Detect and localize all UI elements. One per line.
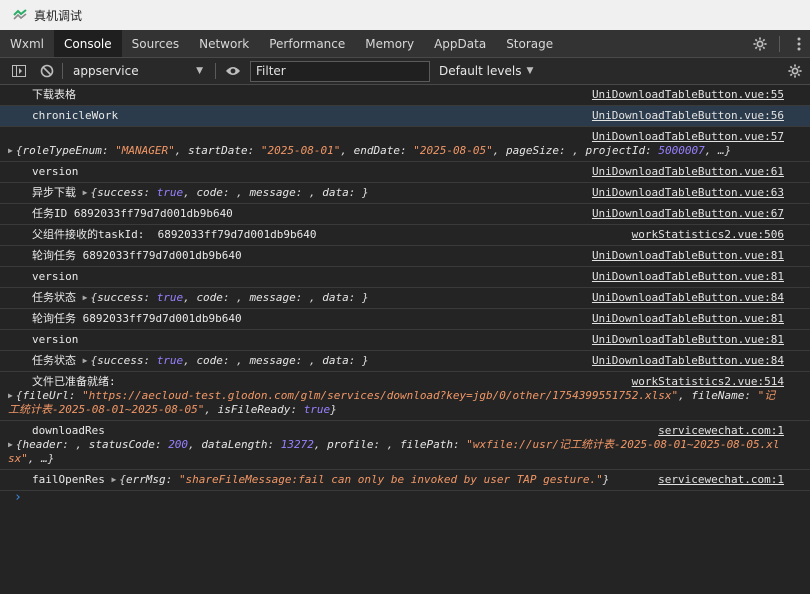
source-link[interactable]: UniDownloadTableButton.vue:55 bbox=[592, 88, 784, 102]
tab-wxml[interactable]: Wxml bbox=[0, 30, 54, 57]
settings-gear-icon[interactable] bbox=[749, 33, 771, 55]
toolbar-separator bbox=[62, 63, 63, 79]
console-row: 轮询任务 6892033ff79d7d001db9b640 UniDownloa… bbox=[0, 246, 810, 267]
expand-triangle-icon[interactable]: ▶ bbox=[83, 293, 88, 302]
source-link[interactable]: UniDownloadTableButton.vue:81 bbox=[592, 312, 784, 326]
sidebar-toggle-icon[interactable] bbox=[8, 60, 30, 82]
source-link[interactable]: workStatistics2.vue:506 bbox=[632, 228, 784, 242]
console-row: 任务状态 ▶ {success: true, code: , message: ,… bbox=[0, 351, 810, 372]
tabbar-right-actions bbox=[749, 30, 810, 58]
source-link[interactable]: UniDownloadTableButton.vue:81 bbox=[592, 333, 784, 347]
source-link[interactable]: UniDownloadTableButton.vue:81 bbox=[592, 249, 784, 263]
log-object-status[interactable]: ▶ {success: true, code: , message: , data… bbox=[83, 354, 369, 367]
toolbar-separator-2 bbox=[215, 63, 216, 79]
expand-triangle-icon[interactable]: ▶ bbox=[8, 146, 13, 155]
tab-sources[interactable]: Sources bbox=[122, 30, 189, 57]
console-prompt-line[interactable]: › bbox=[0, 491, 810, 511]
log-message: 异步下载 bbox=[32, 186, 76, 199]
dropdown-caret-icon: ▼ bbox=[196, 66, 203, 76]
expand-triangle-icon[interactable]: ▶ bbox=[8, 440, 13, 449]
console-row: version UniDownloadTableButton.vue:61 bbox=[0, 162, 810, 183]
log-message: 轮询任务 6892033ff79d7d001db9b640 bbox=[32, 249, 242, 262]
console-row: UniDownloadTableButton.vue:57 ▶ {roleType… bbox=[0, 127, 810, 162]
log-message: version bbox=[32, 270, 79, 283]
source-link[interactable]: UniDownloadTableButton.vue:67 bbox=[592, 207, 784, 221]
window-title: 真机调试 bbox=[34, 8, 83, 23]
source-link[interactable]: UniDownloadTableButton.vue:63 bbox=[592, 186, 784, 200]
tab-memory[interactable]: Memory bbox=[355, 30, 424, 57]
tab-performance[interactable]: Performance bbox=[259, 30, 355, 57]
filter-input[interactable] bbox=[250, 60, 430, 82]
expand-triangle-icon[interactable]: ▶ bbox=[8, 391, 13, 400]
tab-console[interactable]: Console bbox=[54, 30, 122, 57]
log-message: 任务状态 bbox=[32, 354, 76, 367]
log-message: 任务状态 bbox=[32, 291, 76, 304]
source-link[interactable]: workStatistics2.vue:514 bbox=[632, 375, 784, 389]
console-row: 下载表格 UniDownloadTableButton.vue:55 bbox=[0, 85, 810, 106]
console-row: 任务状态 ▶ {success: true, code: , message: ,… bbox=[0, 288, 810, 309]
source-link[interactable]: UniDownloadTableButton.vue:57 bbox=[592, 130, 784, 144]
expand-triangle-icon[interactable]: ▶ bbox=[111, 475, 116, 484]
log-levels-dropdown[interactable]: Default levels ▼ bbox=[439, 64, 533, 78]
log-message: 文件已准备就绪: bbox=[32, 375, 116, 388]
wechat-devtools-icon bbox=[12, 7, 28, 23]
console-output: 下载表格 UniDownloadTableButton.vue:55 chron… bbox=[0, 85, 810, 511]
log-object-status[interactable]: ▶ {success: true, code: , message: , data… bbox=[83, 291, 369, 304]
source-link[interactable]: UniDownloadTableButton.vue:84 bbox=[592, 354, 784, 368]
devtools-tabbar: Wxml Console Sources Network Performance… bbox=[0, 30, 810, 58]
log-object-download-res[interactable]: ▶ {header: , statusCode: 200, dataLength:… bbox=[0, 438, 810, 466]
log-message: 父组件接收的taskId: 6892033ff79d7d001db9b640 bbox=[32, 228, 317, 241]
source-link[interactable]: UniDownloadTableButton.vue:81 bbox=[592, 270, 784, 284]
console-settings-gear-icon[interactable] bbox=[784, 60, 806, 82]
console-row: 父组件接收的taskId: 6892033ff79d7d001db9b640 w… bbox=[0, 225, 810, 246]
log-levels-caret-icon: ▼ bbox=[526, 66, 534, 76]
console-row: version UniDownloadTableButton.vue:81 bbox=[0, 330, 810, 351]
log-levels-label: Default levels bbox=[439, 64, 522, 78]
expand-triangle-icon[interactable]: ▶ bbox=[83, 356, 88, 365]
context-selector-value: appservice bbox=[73, 64, 139, 78]
source-link[interactable]: UniDownloadTableButton.vue:56 bbox=[592, 109, 784, 123]
log-message: 轮询任务 6892033ff79d7d001db9b640 bbox=[32, 312, 242, 325]
console-toolbar: appservice ▼ Default levels ▼ bbox=[0, 58, 810, 85]
log-message: 任务ID 6892033ff79d7d001db9b640 bbox=[32, 207, 233, 220]
tab-storage[interactable]: Storage bbox=[496, 30, 563, 57]
window-titlebar: 真机调试 bbox=[0, 0, 810, 30]
tab-appdata[interactable]: AppData bbox=[424, 30, 496, 57]
console-prompt-icon: › bbox=[14, 490, 22, 505]
console-row: version UniDownloadTableButton.vue:81 bbox=[0, 267, 810, 288]
log-object-file-ready[interactable]: ▶ {fileUrl: "https://aecloud-test.glodon.… bbox=[0, 389, 810, 417]
log-object-query-params[interactable]: ▶ {roleTypeEnum: "MANAGER", startDate: "2… bbox=[8, 144, 731, 158]
context-selector[interactable]: appservice ▼ bbox=[67, 61, 209, 81]
live-expression-eye-icon[interactable] bbox=[222, 60, 244, 82]
log-message: version bbox=[32, 165, 79, 178]
source-link[interactable]: UniDownloadTableButton.vue:61 bbox=[592, 165, 784, 179]
tab-network[interactable]: Network bbox=[189, 30, 259, 57]
console-row: 文件已准备就绪: workStatistics2.vue:514 ▶ {fileU… bbox=[0, 372, 810, 421]
more-options-icon[interactable] bbox=[788, 33, 810, 55]
source-link[interactable]: UniDownloadTableButton.vue:84 bbox=[592, 291, 784, 305]
console-row: failOpenRes ▶ {errMsg: "shareFileMessage:… bbox=[0, 470, 810, 491]
log-object-fail-open[interactable]: ▶ {errMsg: "shareFileMessage:fail can onl… bbox=[111, 473, 609, 486]
console-row: downloadRes servicewechat.com:1 ▶ {header… bbox=[0, 421, 810, 470]
log-message: failOpenRes bbox=[32, 473, 105, 486]
tabbar-separator bbox=[779, 36, 780, 52]
console-row-selected: chronicleWork UniDownloadTableButton.vue… bbox=[0, 106, 810, 127]
log-message: 下载表格 bbox=[32, 88, 76, 101]
log-message: downloadRes bbox=[32, 424, 105, 437]
log-message: version bbox=[32, 333, 79, 346]
console-row: 任务ID 6892033ff79d7d001db9b640 UniDownloa… bbox=[0, 204, 810, 225]
console-row: 轮询任务 6892033ff79d7d001db9b640 UniDownloa… bbox=[0, 309, 810, 330]
source-link[interactable]: servicewechat.com:1 bbox=[658, 424, 784, 438]
log-object-status[interactable]: ▶ {success: true, code: , message: , data… bbox=[83, 186, 369, 199]
expand-triangle-icon[interactable]: ▶ bbox=[83, 188, 88, 197]
console-row: 异步下载 ▶ {success: true, code: , message: ,… bbox=[0, 183, 810, 204]
source-link[interactable]: servicewechat.com:1 bbox=[658, 473, 784, 487]
log-message: chronicleWork bbox=[32, 109, 119, 122]
clear-console-icon[interactable] bbox=[36, 60, 58, 82]
